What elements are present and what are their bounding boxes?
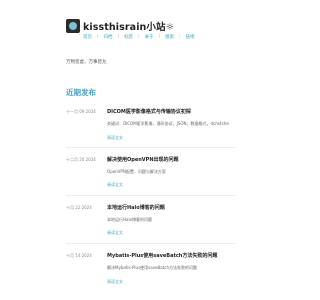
post-date: 十二月 20 2024 <box>66 157 96 162</box>
nav-home[interactable]: 首页 <box>83 34 92 40</box>
nav-links[interactable]: 链接 <box>186 34 195 40</box>
post-excerpt: 关键词：DICOM医学影像，通讯协议，JSON，数据格式，dcm4che <box>107 121 229 126</box>
post-excerpt: 解决Mybatis-Plus使用saveBatch方法失败的问题 <box>107 265 198 270</box>
post-title[interactable]: 解决使用OpenVPN出现的问题 <box>107 156 179 163</box>
read-more-link[interactable]: 阅读全文 <box>107 135 123 141</box>
divider <box>66 195 236 196</box>
site-title[interactable]: kissthisrain小站☼ <box>83 19 174 33</box>
nav-tags[interactable]: 标签 <box>124 34 133 40</box>
main-nav: 首页 | 归档 | 标签 | 关于 | 搜索 | 链接 <box>83 34 195 40</box>
nav-archive[interactable]: 归档 <box>104 34 113 40</box>
divider <box>66 243 236 244</box>
avatar[interactable] <box>66 19 80 33</box>
post-title[interactable]: Mybatis-Plus使用saveBatch方法失败的问题 <box>107 252 217 259</box>
post-title[interactable]: DICOM医学影像格式与传输协议初探 <box>107 108 191 115</box>
post-date: 十一月 09 2024 <box>66 109 96 114</box>
post-excerpt: OpenVPN配置，问题与解决方案 <box>107 169 166 174</box>
post-date: 十月 22 2024 <box>66 205 92 210</box>
divider <box>66 147 236 148</box>
post-excerpt: 本地运行Halo博客的问题 <box>107 217 153 222</box>
site-motto: 万物皆虚，万事皆允 <box>66 60 107 65</box>
nav-about[interactable]: 关于 <box>145 34 154 40</box>
read-more-link[interactable]: 阅读全文 <box>107 279 123 285</box>
post-title[interactable]: 本地运行Halo博客的问题 <box>107 204 165 211</box>
read-more-link[interactable]: 阅读全文 <box>107 230 123 236</box>
post-date: 十月 14 2024 <box>66 253 92 258</box>
nav-search[interactable]: 搜索 <box>165 34 174 40</box>
avatar-image <box>69 22 77 30</box>
read-more-link[interactable]: 阅读全文 <box>107 182 123 188</box>
recent-posts-heading: 近期发布 <box>66 88 96 97</box>
